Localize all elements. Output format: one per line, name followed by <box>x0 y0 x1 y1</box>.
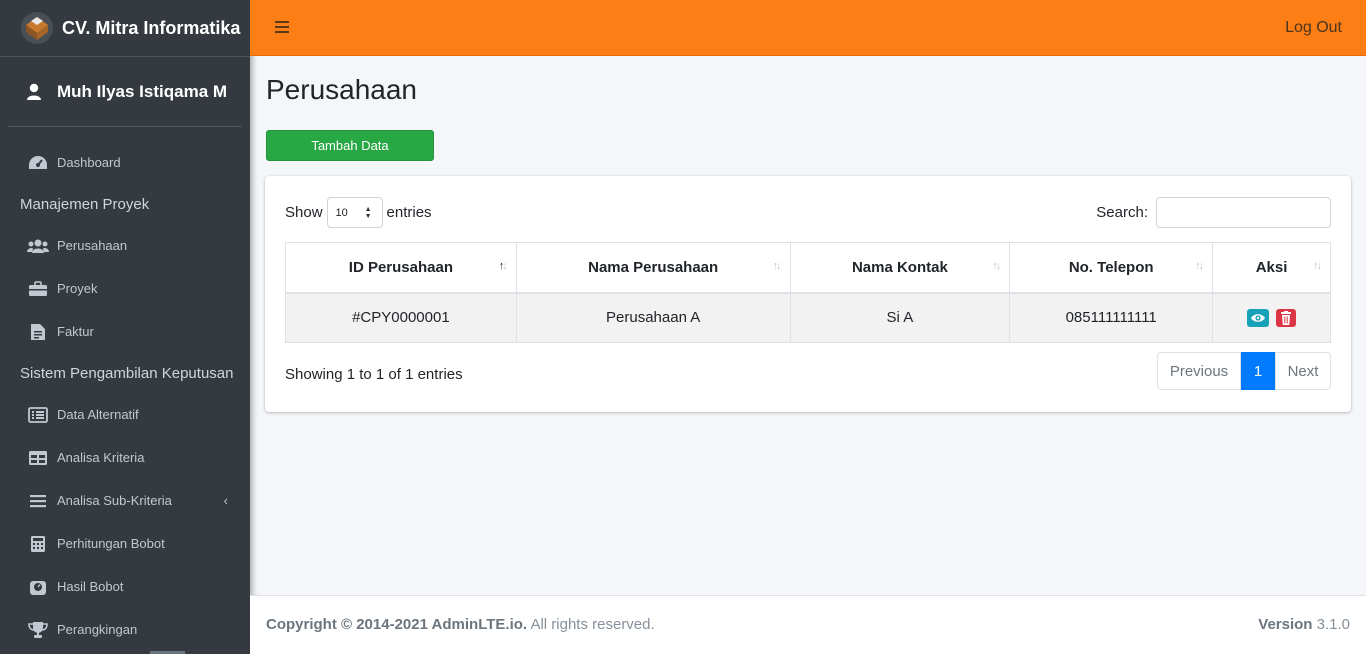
brand-link[interactable]: CV. Mitra Informatika <box>0 0 250 57</box>
sidebar-item-analisa-kriteria[interactable]: Analisa Kriteria <box>0 436 250 479</box>
footer: Copyright © 2014-2021 AdminLTE.io. All r… <box>250 595 1366 654</box>
sidebar-item-label: Proyek <box>57 281 98 296</box>
sidebar-item-label: Perangkingan <box>57 622 138 637</box>
cell-telepon: 085111111111 <box>1009 292 1214 343</box>
sidebar-item-proyek[interactable]: Proyek <box>0 267 250 310</box>
table-header-row: ID Perusahaan ↑↓ Nama Perusahaan ↑↓ Nama K… <box>285 242 1331 294</box>
sidebar-item-perhitungan-bobot[interactable]: Perhitungan Bobot <box>0 522 250 565</box>
column-header-nama-kontak[interactable]: Nama Kontak ↑↓ <box>789 242 1011 294</box>
footer-copyright: Copyright © 2014-2021 AdminLTE.io. All r… <box>266 616 655 633</box>
briefcase-icon <box>27 280 49 298</box>
view-button[interactable] <box>1247 308 1270 327</box>
sidebar-item-label: Perhitungan Bobot <box>57 536 165 551</box>
sidebar-item-label: Faktur <box>57 324 94 339</box>
sidebar-item-data-alternatif[interactable]: Data Alternatif <box>0 393 250 436</box>
user-panel[interactable]: Muh Ilyas Istiqama M <box>8 57 242 127</box>
sidebar-item-hasil-bobot[interactable]: Hasil Bobot <box>0 565 250 608</box>
cell-nama-perusahaan: Perusahaan A <box>515 292 791 343</box>
trash-icon <box>1280 310 1291 325</box>
sidebar-item-perusahaan[interactable]: Perusahaan <box>0 224 250 267</box>
table-icon <box>27 449 49 467</box>
entries-select-value: 10 <box>335 206 348 219</box>
table-row: #CPY0000001 Perusahaan A Si A 0851111111… <box>285 292 1331 343</box>
list-alt-icon <box>27 406 49 424</box>
sidebar: CV. Mitra Informatika Muh Ilyas Istiqama… <box>0 0 250 654</box>
adminlte-logo-icon <box>20 11 54 45</box>
sidebar-item-label: Data Alternatif <box>57 407 139 422</box>
column-header-label: Nama Perusahaan <box>588 258 719 276</box>
data-card: Show 10 ▲ ▼ entries Search: ID Perusahaan… <box>265 176 1351 412</box>
sort-icon: ↑↓ <box>992 260 1001 272</box>
sort-icon: ↑↓ <box>1313 260 1322 272</box>
entries-select[interactable]: 10 ▲ ▼ <box>326 197 383 228</box>
table-info: Showing 1 to 1 of 1 entries <box>285 366 463 383</box>
logout-link[interactable]: Log Out <box>1285 19 1342 37</box>
search-input[interactable] <box>1156 197 1331 228</box>
column-header-id[interactable]: ID Perusahaan ↑↓ <box>285 242 517 294</box>
sidebar-item-label: Analisa Kriteria <box>57 450 145 465</box>
select-arrows-icon: ▲ ▼ <box>364 206 372 220</box>
column-header-aksi[interactable]: Aksi ↑↓ <box>1212 242 1331 294</box>
chevron-left-icon[interactable]: ‹ <box>224 493 228 508</box>
calculator-icon <box>27 535 49 553</box>
column-header-telepon[interactable]: No. Telepon ↑↓ <box>1009 242 1214 294</box>
column-header-nama-perusahaan[interactable]: Nama Perusahaan ↑↓ <box>515 242 791 294</box>
column-header-label: ID Perusahaan <box>348 258 453 276</box>
show-label: Show <box>285 204 323 221</box>
add-data-button[interactable]: Tambah Data <box>266 130 434 161</box>
search-label: Search: <box>1096 204 1148 221</box>
column-header-label: Nama Kontak <box>851 258 948 276</box>
pagination: Previous 1 Next <box>1157 352 1331 390</box>
data-table: ID Perusahaan ↑↓ Nama Perusahaan ↑↓ Nama K… <box>285 242 1331 343</box>
sidebar-item-faktur[interactable]: Faktur <box>0 310 250 353</box>
sort-icon: ↑↓ <box>772 260 782 272</box>
nav-header-spk: Sistem Pengambilan Keputusan <box>20 364 234 382</box>
sidebar-item-label: Dashboard <box>57 155 121 170</box>
pagination-previous[interactable]: Previous <box>1157 352 1241 390</box>
column-header-label: No. Telepon <box>1068 258 1154 276</box>
hamburger-menu-icon[interactable] <box>275 21 289 33</box>
cell-nama-kontak: Si A <box>789 292 1011 343</box>
main-content: Perusahaan Tambah Data Show 10 ▲ ▼ entrie… <box>250 56 1366 595</box>
rights-text: All rights reserved. <box>527 616 655 633</box>
copyright-link[interactable]: Copyright © 2014-2021 AdminLTE.io. <box>266 616 527 633</box>
footer-version: Version 3.1.0 <box>1258 616 1350 633</box>
user-icon <box>26 83 42 101</box>
topbar: Log Out <box>250 0 1366 56</box>
sort-asc-icon: ↑↓ <box>498 260 508 272</box>
sidebar-item-analisa-sub-kriteria[interactable]: Analisa Sub-Kriteria ‹ <box>0 479 250 522</box>
pagination-next[interactable]: Next <box>1275 352 1331 390</box>
length-control: Show 10 ▲ ▼ entries <box>285 197 432 228</box>
sidebar-item-label: Hasil Bobot <box>57 579 124 594</box>
sidebar-item-perangkingan[interactable]: Perangkingan <box>0 608 250 651</box>
version-number: 3.1.0 <box>1312 616 1350 633</box>
column-header-label: Aksi <box>1255 258 1288 276</box>
entries-label: entries <box>386 204 432 221</box>
search-control: Search: <box>1096 197 1331 228</box>
weight-icon <box>27 578 49 596</box>
sidebar-item-label: Perusahaan <box>57 238 128 253</box>
trophy-icon <box>27 621 49 639</box>
bars-icon <box>27 492 49 510</box>
cell-id: #CPY0000001 <box>285 292 517 343</box>
sidebar-item-dashboard[interactable]: Dashboard <box>0 141 250 184</box>
cell-aksi <box>1212 292 1331 343</box>
page-title: Perusahaan <box>266 74 418 105</box>
sort-icon: ↑↓ <box>1195 260 1204 272</box>
tachometer-icon <box>27 154 49 172</box>
pagination-page-1[interactable]: 1 <box>1241 352 1275 390</box>
sidebar-nav: Dashboard Manajemen Proyek Perusahaan Pr… <box>0 127 250 651</box>
delete-button[interactable] <box>1275 308 1296 327</box>
version-label: Version <box>1258 616 1313 633</box>
nav-header-manajemen-proyek: Manajemen Proyek <box>20 195 150 213</box>
users-icon <box>27 237 49 255</box>
user-name: Muh Ilyas Istiqama M <box>57 81 228 101</box>
brand-text: CV. Mitra Informatika <box>62 17 241 38</box>
file-invoice-icon <box>27 323 49 341</box>
sidebar-item-label: Analisa Sub-Kriteria <box>57 493 172 508</box>
eye-icon <box>1251 314 1266 322</box>
